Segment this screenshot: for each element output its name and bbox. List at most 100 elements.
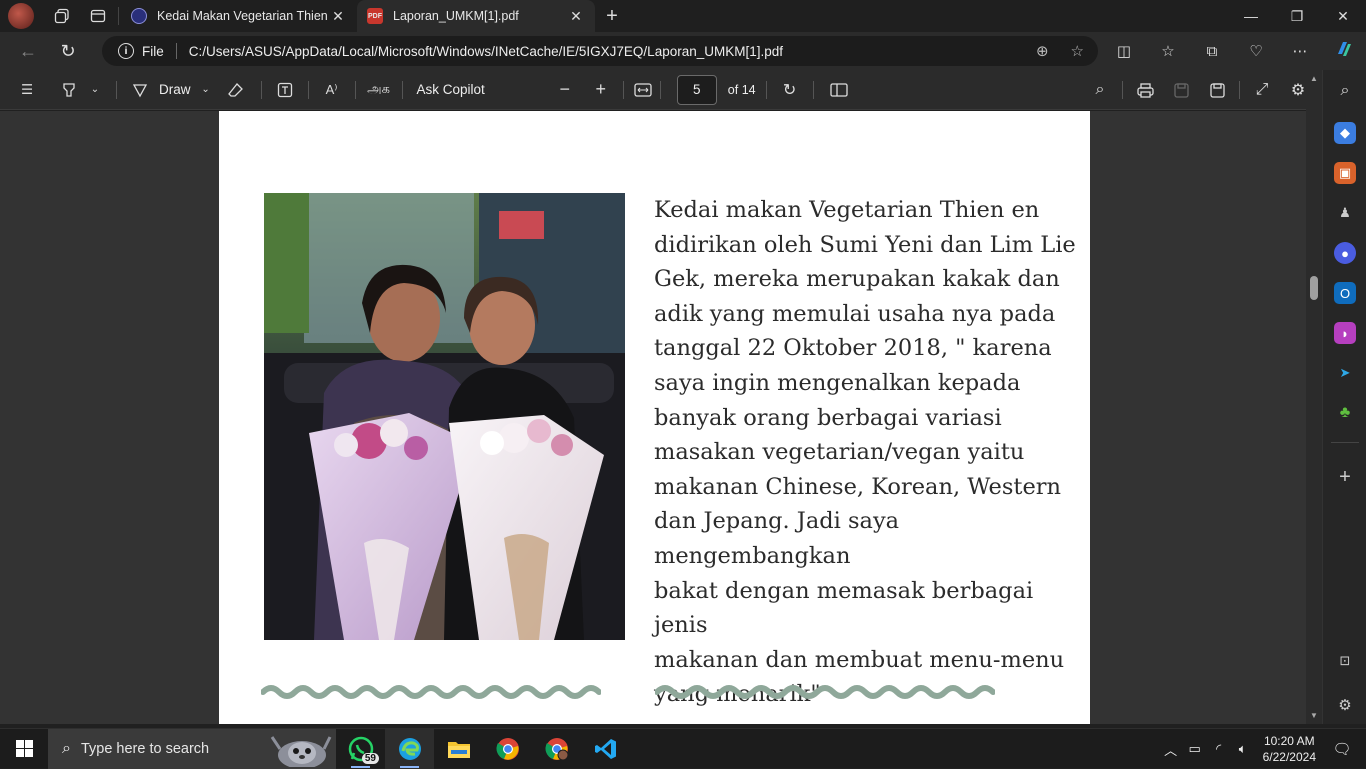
close-window-button[interactable]: ✕ — [1320, 0, 1366, 32]
start-button[interactable] — [0, 729, 48, 769]
sidebar-designer-icon[interactable]: ◗ — [1334, 322, 1356, 344]
more-menu-icon[interactable]: ⋯ — [1278, 42, 1322, 60]
taskbar-search-box[interactable]: ⌕ Type here to search — [48, 728, 336, 769]
save-icon[interactable] — [1163, 82, 1199, 98]
windows-taskbar: ⌕ Type here to search 59 ︿ ▭ ◜ 🔈︎ 10:20 … — [0, 728, 1366, 769]
sidebar-hide-icon[interactable]: ⊡ — [1334, 650, 1356, 672]
wifi-icon[interactable]: ◜ — [1207, 741, 1231, 757]
two-women-holding-flower-bouquets-photo — [264, 193, 625, 640]
pdf-viewer[interactable]: Kedai makan Vegetarian Thien en didirika… — [0, 111, 1322, 724]
folder-icon — [447, 741, 470, 758]
volume-icon[interactable]: 🔈︎ — [1231, 741, 1255, 757]
scrollbar-thumb[interactable] — [1310, 276, 1318, 300]
tab-laporan-pdf[interactable]: PDF Laporan_UMKM[1].pdf ✕ — [357, 0, 595, 32]
sidebar-copilot-icon[interactable]: ● — [1334, 242, 1356, 264]
search-icon: ⌕ — [62, 739, 71, 757]
full-screen-icon[interactable]: ⤢ — [1244, 81, 1280, 99]
body-paragraph: Kedai makan Vegetarian Thien en didirika… — [654, 197, 1076, 708]
vertical-scrollbar[interactable]: ▲ ▼ — [1306, 70, 1322, 724]
tab-title: Laporan_UMKM[1].pdf — [393, 9, 519, 23]
taskbar-whatsapp[interactable]: 59 — [336, 729, 385, 769]
clock-time: 10:20 AM — [1263, 734, 1315, 748]
page-view-icon[interactable] — [824, 82, 854, 97]
info-icon[interactable]: i — [118, 43, 134, 59]
translate-icon[interactable]: அக — [366, 81, 392, 98]
tab-actions-icon[interactable] — [80, 0, 116, 32]
search-highlight-mascot-icon — [270, 735, 332, 767]
taskbar-vscode[interactable] — [581, 729, 630, 769]
favorites-icon[interactable]: ☆ — [1146, 42, 1190, 60]
tab-title: Kedai Makan Vegetarian Thien En — [157, 9, 329, 23]
sidebar-add-icon[interactable]: + — [1334, 466, 1356, 488]
site-favicon-icon — [131, 8, 147, 24]
draw-button[interactable]: Draw — [159, 82, 191, 97]
refresh-button[interactable]: ↻ — [48, 41, 88, 62]
profile-avatar[interactable] — [8, 3, 34, 29]
add-text-icon[interactable] — [272, 82, 298, 98]
page-total: of 14 — [727, 82, 756, 97]
url-text[interactable]: C:/Users/ASUS/AppData/Local/Microsoft/Wi… — [189, 44, 783, 59]
sidebar-outlook-icon[interactable]: O — [1334, 282, 1356, 304]
taskbar-chrome-profile[interactable] — [532, 729, 581, 769]
edge-sidebar: ⌕ ◆ ▣ ♟ ● O ◗ ➤ ♣ + ⊡ ⚙ — [1322, 70, 1366, 724]
tab-kedai-makan[interactable]: Kedai Makan Vegetarian Thien En ✕ — [121, 0, 357, 32]
sidebar-send-icon[interactable]: ➤ — [1334, 362, 1356, 384]
draw-dropdown-icon[interactable]: ⌄ — [191, 84, 221, 95]
close-tab-icon[interactable]: ✕ — [567, 8, 585, 25]
battery-icon[interactable]: ▭ — [1183, 741, 1207, 757]
browser-essentials-icon[interactable]: ♡ — [1234, 42, 1278, 60]
save-as-icon[interactable] — [1199, 82, 1235, 98]
ask-copilot-button[interactable]: Ask Copilot — [417, 82, 485, 97]
address-bar[interactable]: i File C:/Users/ASUS/AppData/Local/Micro… — [102, 36, 1098, 66]
notifications-icon[interactable]: 🗨︎ — [1330, 740, 1354, 758]
favorite-star-icon[interactable]: ☆ — [1071, 42, 1084, 60]
restore-button[interactable]: ❐ — [1274, 0, 1320, 32]
collections-icon[interactable]: ⧉ — [1190, 43, 1234, 60]
sidebar-games-icon[interactable]: ♟ — [1334, 202, 1356, 224]
split-screen-icon[interactable]: ◫ — [1102, 42, 1146, 60]
read-aloud-icon[interactable]: A⁾ — [319, 82, 345, 98]
page-number-input[interactable]: 5 — [676, 74, 717, 105]
clock-date: 6/22/2024 — [1262, 750, 1316, 764]
contents-icon[interactable]: ☰ — [0, 82, 54, 98]
pdf-page: Kedai makan Vegetarian Thien en didirika… — [219, 111, 1090, 724]
chrome-icon — [495, 737, 519, 760]
show-hidden-icons-icon[interactable]: ︿ — [1159, 740, 1183, 759]
sidebar-tree-icon[interactable]: ♣ — [1334, 402, 1356, 424]
find-icon[interactable]: ⌕ — [1082, 81, 1118, 99]
taskbar-file-explorer[interactable] — [434, 729, 483, 769]
pdf-icon: PDF — [367, 8, 383, 24]
copilot-icon[interactable] — [1322, 39, 1366, 63]
system-tray: ︿ ▭ ◜ 🔈︎ 10:20 AM 6/22/2024 🗨︎ — [1159, 729, 1366, 769]
zoom-out-icon[interactable]: − — [547, 79, 583, 100]
decorative-wave-right — [655, 685, 995, 699]
fit-to-page-icon[interactable] — [628, 82, 658, 97]
draw-icon[interactable] — [127, 82, 153, 98]
highlight-dropdown-icon[interactable]: ⌄ — [84, 84, 106, 95]
protocol-label: File — [142, 43, 164, 59]
tab-bar: Kedai Makan Vegetarian Thien En ✕ PDF La… — [0, 0, 1366, 32]
print-icon[interactable] — [1127, 82, 1163, 98]
taskbar-chrome[interactable] — [483, 729, 532, 769]
zoom-in-icon[interactable]: + — [583, 79, 619, 100]
erase-icon[interactable] — [221, 82, 251, 98]
chrome-profile-icon — [544, 737, 568, 760]
new-tab-button[interactable]: + — [595, 5, 629, 28]
sidebar-settings-icon[interactable]: ⚙ — [1334, 694, 1356, 716]
sidebar-tools-icon[interactable]: ▣ — [1334, 162, 1356, 184]
minimize-button[interactable]: — — [1228, 0, 1274, 32]
sidebar-search-icon[interactable]: ⌕ — [1334, 80, 1356, 102]
scroll-down-icon[interactable]: ▼ — [1310, 711, 1318, 720]
back-button[interactable]: ← — [8, 41, 48, 62]
taskbar-edge[interactable] — [385, 728, 434, 769]
sidebar-shopping-icon[interactable]: ◆ — [1334, 122, 1356, 144]
clock[interactable]: 10:20 AM 6/22/2024 — [1263, 733, 1316, 765]
highlight-icon[interactable] — [54, 82, 84, 98]
zoom-icon[interactable]: ⊕ — [1036, 42, 1049, 60]
search-placeholder: Type here to search — [80, 740, 210, 757]
rotate-icon[interactable]: ↻ — [777, 80, 803, 100]
close-tab-icon[interactable]: ✕ — [329, 8, 347, 25]
edge-icon — [398, 737, 421, 760]
workspaces-icon[interactable] — [44, 0, 80, 32]
scroll-up-icon[interactable]: ▲ — [1310, 74, 1318, 83]
